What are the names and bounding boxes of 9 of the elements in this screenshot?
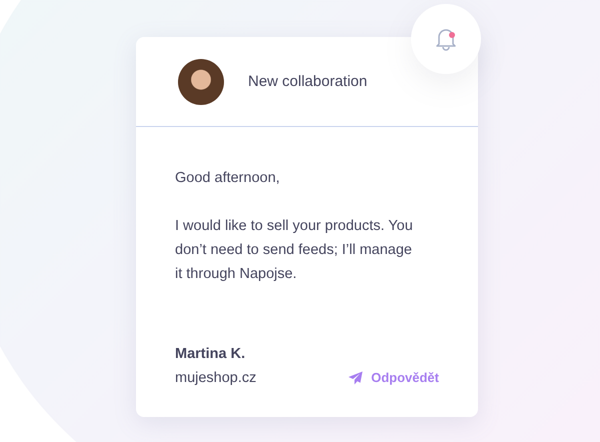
message-text: I would like to sell your products. You don’t need to send feeds; I’ll manage it through Napojse. [175, 217, 414, 284]
avatar-photo [178, 58, 224, 104]
sender-name: Martina K. [175, 345, 246, 364]
bell-icon [435, 27, 457, 51]
shop-domain: mujeshop.cz [175, 369, 256, 388]
reply-button[interactable]: Odpovědět [348, 366, 439, 390]
paper-plane-icon [348, 371, 364, 385]
greeting-text: Good afternoon, [175, 169, 281, 188]
message-title: New collaboration [248, 73, 368, 90]
